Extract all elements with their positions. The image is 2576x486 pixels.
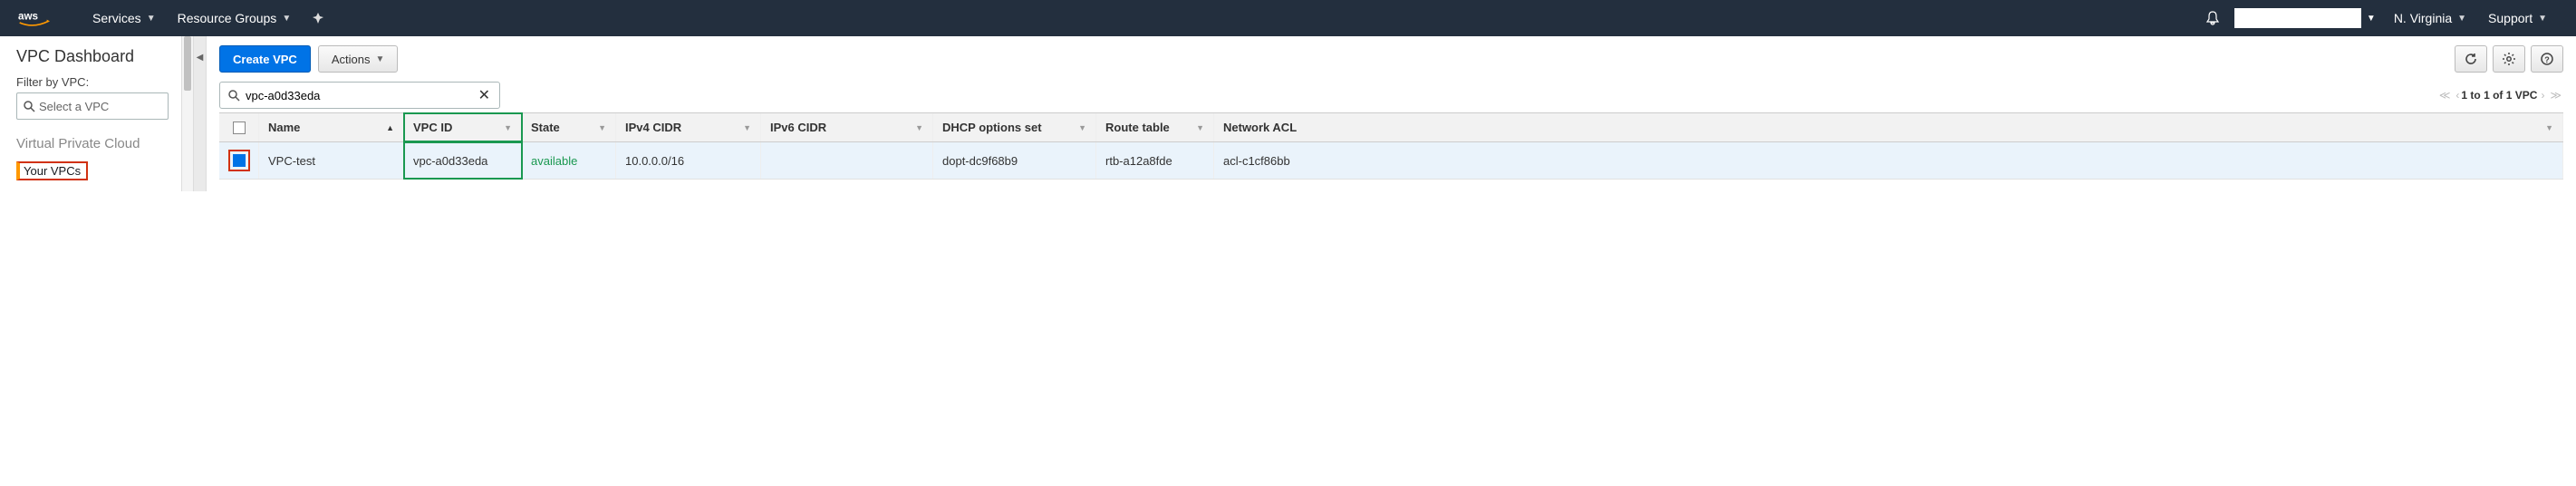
cell-network-acl: acl-c1cf86bb	[1214, 142, 2563, 179]
chevron-down-icon: ▼	[2538, 14, 2547, 24]
col-ipv4-label: IPv4 CIDR	[625, 121, 681, 134]
sidebar-link-your-vpcs[interactable]: Your VPCs	[16, 161, 88, 180]
refresh-button[interactable]	[2455, 45, 2487, 73]
pager-last-icon[interactable]: ≫	[2546, 89, 2563, 102]
col-vpc-id-label: VPC ID	[413, 121, 452, 134]
help-button[interactable]: ?	[2531, 45, 2563, 73]
sidebar-title[interactable]: VPC Dashboard	[16, 47, 169, 66]
aws-logo[interactable]: aws	[18, 9, 63, 27]
pager-next-icon[interactable]: ›	[2537, 89, 2546, 102]
chevron-down-icon: ▼	[282, 14, 291, 24]
col-state[interactable]: State ▼	[522, 113, 616, 141]
cell-name: VPC-test	[259, 142, 404, 179]
cell-vpc-id: vpc-a0d33eda	[404, 142, 522, 179]
col-vpc-id[interactable]: VPC ID ▼	[404, 113, 522, 141]
search-icon	[227, 89, 240, 102]
cell-state: available	[522, 142, 616, 179]
sort-icon: ▼	[743, 123, 751, 132]
cell-dhcp: dopt-dc9f68b9	[933, 142, 1096, 179]
nav-region[interactable]: N. Virginia ▼	[2383, 0, 2477, 36]
checkbox-checked-icon	[233, 154, 246, 167]
sort-icon: ▼	[1196, 123, 1204, 132]
col-name[interactable]: Name ▲	[259, 113, 404, 141]
col-acl-label: Network ACL	[1223, 121, 1297, 134]
chevron-down-icon: ▼	[2457, 14, 2466, 24]
content-pane: Create VPC Actions ▼ ?	[207, 36, 2576, 191]
cell-ipv6	[761, 142, 933, 179]
col-network-acl[interactable]: Network ACL ▼	[1214, 113, 2563, 141]
search-input-wrap: ✕	[219, 82, 500, 109]
close-icon: ✕	[478, 88, 490, 103]
col-select-all[interactable]	[219, 113, 259, 141]
actions-button[interactable]: Actions ▼	[318, 45, 399, 73]
nav-resource-groups[interactable]: Resource Groups ▼	[167, 0, 303, 36]
row-checkbox-cell[interactable]	[219, 142, 259, 179]
col-name-label: Name	[268, 121, 300, 134]
pager: ≪ ‹ 1 to 1 of 1 VPC › ≫	[2436, 89, 2563, 102]
refresh-icon	[2464, 52, 2478, 66]
col-ipv4[interactable]: IPv4 CIDR ▼	[616, 113, 761, 141]
col-dhcp[interactable]: DHCP options set ▼	[933, 113, 1096, 141]
cell-route-table: rtb-a12a8fde	[1096, 142, 1214, 179]
settings-button[interactable]	[2493, 45, 2525, 73]
scrollbar-thumb[interactable]	[184, 36, 191, 91]
chevron-down-icon: ▼	[147, 14, 156, 24]
nav-support[interactable]: Support ▼	[2477, 0, 2558, 36]
sidebar-collapse[interactable]: ◀	[194, 36, 207, 191]
table-row[interactable]: VPC-test vpc-a0d33eda available 10.0.0.0…	[219, 142, 2563, 180]
clear-search-button[interactable]: ✕	[477, 86, 492, 104]
nav-resource-groups-label: Resource Groups	[178, 11, 277, 25]
account-menu[interactable]	[2234, 8, 2361, 28]
search-input[interactable]	[242, 89, 477, 102]
sidebar-scrollbar[interactable]	[181, 36, 194, 191]
toolbar: Create VPC Actions ▼ ?	[219, 45, 2563, 73]
help-icon: ?	[2540, 52, 2554, 66]
svg-text:?: ?	[2544, 55, 2550, 64]
sort-icon: ▼	[598, 123, 606, 132]
nav-services[interactable]: Services ▼	[82, 0, 167, 36]
col-rt-label: Route table	[1105, 121, 1170, 134]
notifications-bell[interactable]	[2195, 11, 2231, 25]
nav-support-label: Support	[2488, 11, 2533, 25]
sidebar: VPC Dashboard Filter by VPC: Select a VP…	[0, 36, 181, 191]
filter-placeholder: Select a VPC	[39, 100, 109, 113]
filter-vpc-select[interactable]: Select a VPC	[16, 92, 169, 120]
search-icon	[23, 100, 35, 112]
sort-icon: ▼	[504, 123, 512, 132]
col-route-table[interactable]: Route table ▼	[1096, 113, 1214, 141]
col-state-label: State	[531, 121, 560, 134]
chevron-down-icon: ▼	[2367, 14, 2376, 24]
actions-label: Actions	[332, 53, 371, 66]
sidebar-section-vpc: Virtual Private Cloud	[16, 136, 169, 152]
col-ipv6[interactable]: IPv6 CIDR ▼	[761, 113, 933, 141]
col-ipv6-label: IPv6 CIDR	[770, 121, 826, 134]
sort-icon: ▼	[2545, 123, 2553, 132]
pager-text: 1 to 1 of 1 VPC	[2461, 89, 2537, 102]
sort-icon: ▼	[915, 123, 923, 132]
nav-pin[interactable]	[302, 0, 334, 36]
pin-icon	[313, 13, 323, 24]
nav-services-label: Services	[92, 11, 141, 25]
bell-icon	[2205, 11, 2220, 25]
search-bar: ✕ ≪ ‹ 1 to 1 of 1 VPC › ≫	[219, 82, 2563, 109]
col-dhcp-label: DHCP options set	[942, 121, 1042, 134]
sort-icon: ▼	[1078, 123, 1086, 132]
filter-label: Filter by VPC:	[16, 75, 169, 89]
svg-text:aws: aws	[18, 11, 38, 23]
chevron-left-icon: ◀	[197, 53, 204, 63]
cell-ipv4: 10.0.0.0/16	[616, 142, 761, 179]
create-vpc-button[interactable]: Create VPC	[219, 45, 311, 73]
top-nav: aws Services ▼ Resource Groups ▼ ▼ N. Vi…	[0, 0, 2576, 36]
nav-region-label: N. Virginia	[2394, 11, 2452, 25]
checkbox-icon	[233, 122, 246, 134]
account-menu-caret[interactable]: ▼	[2365, 14, 2383, 24]
vpc-table: Name ▲ VPC ID ▼ State ▼ IPv4 CIDR ▼ IPv6…	[219, 112, 2563, 180]
table-header: Name ▲ VPC ID ▼ State ▼ IPv4 CIDR ▼ IPv6…	[219, 113, 2563, 142]
gear-icon	[2502, 52, 2516, 66]
chevron-down-icon: ▼	[375, 54, 384, 64]
pager-first-icon[interactable]: ≪	[2436, 89, 2453, 102]
sort-asc-icon: ▲	[386, 123, 394, 132]
row-checkbox-highlight	[228, 150, 250, 171]
pager-prev-icon[interactable]: ‹	[2452, 89, 2461, 102]
